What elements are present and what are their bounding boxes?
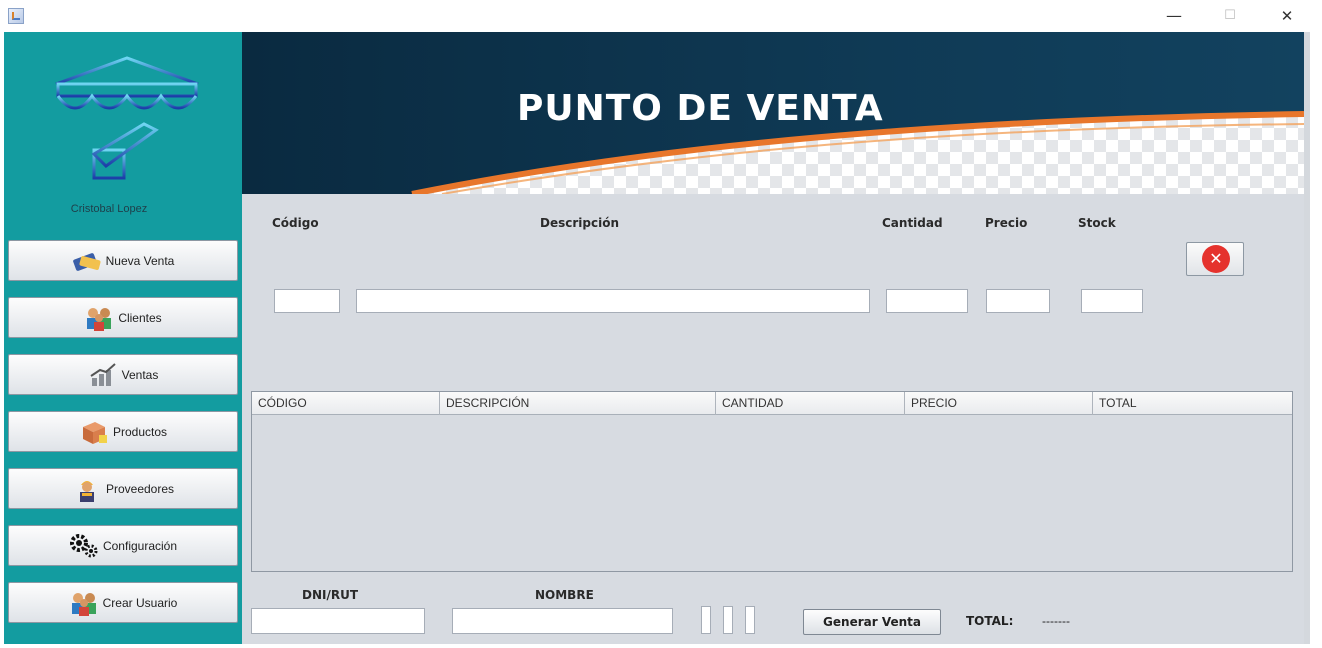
total-value: ------- (1042, 614, 1070, 628)
people-group-icon (84, 305, 114, 331)
dni-label: DNI/RUT (302, 588, 359, 602)
maximize-button[interactable]: ☐ (1218, 6, 1242, 26)
sidebar: Cristobal Lopez Nueva Venta Clientes Ven… (4, 32, 242, 644)
minimize-button[interactable]: — (1162, 6, 1186, 26)
descripcion-label: Descripción (540, 216, 619, 230)
generate-sale-button[interactable]: Generar Venta (803, 609, 941, 635)
cantidad-label: Cantidad (882, 216, 943, 230)
precio-input[interactable] (986, 289, 1050, 313)
close-button[interactable]: ✕ (1275, 6, 1299, 26)
cantidad-input[interactable] (886, 289, 968, 313)
java-app-icon (8, 8, 24, 24)
column-total[interactable]: TOTAL (1093, 392, 1292, 415)
nav-clientes-button[interactable]: Clientes (8, 297, 238, 338)
cash-card-icon (72, 248, 102, 274)
column-descripcion[interactable]: DESCRIPCIÓN (440, 392, 716, 415)
hidden-field-3[interactable] (745, 606, 755, 634)
descripcion-input[interactable] (356, 289, 870, 313)
store-logo-icon (48, 56, 206, 191)
nav-label: Nueva Venta (105, 253, 175, 268)
header-banner: PUNTO DE VENTA (242, 32, 1304, 194)
nav-label: Configuración (102, 538, 178, 553)
banner-title: PUNTO DE VENTA (517, 88, 884, 129)
nav-ventas-button[interactable]: Ventas (8, 354, 238, 395)
delete-item-button[interactable]: ✕ (1186, 242, 1244, 276)
precio-label: Precio (985, 216, 1028, 230)
nav-nueva-venta-button[interactable]: Nueva Venta (8, 240, 238, 281)
nombre-input[interactable] (452, 608, 673, 634)
codigo-label: Código (272, 216, 319, 230)
box-icon (79, 419, 109, 445)
dni-input[interactable] (251, 608, 425, 634)
main-panel: PUNTO DE VENTA Código Descripción Cantid… (242, 32, 1304, 644)
worker-icon (72, 476, 102, 502)
table-header: CÓDIGO DESCRIPCIÓN CANTIDAD PRECIO TOTAL (252, 392, 1292, 415)
people-group-icon (69, 590, 99, 616)
nav-productos-button[interactable]: Productos (8, 411, 238, 452)
user-name-label: Cristobal Lopez (70, 203, 148, 215)
sales-table[interactable]: CÓDIGO DESCRIPCIÓN CANTIDAD PRECIO TOTAL (251, 391, 1293, 572)
nav-configuracion-button[interactable]: Configuración (8, 525, 238, 566)
hidden-field-1[interactable] (701, 606, 711, 634)
stock-input[interactable] (1081, 289, 1143, 313)
close-circle-icon: ✕ (1202, 245, 1230, 273)
nav-proveedores-button[interactable]: Proveedores (8, 468, 238, 509)
sales-chart-icon (88, 362, 118, 388)
nav-label: Clientes (118, 310, 162, 325)
column-codigo[interactable]: CÓDIGO (252, 392, 440, 415)
nav-label: Crear Usuario (102, 595, 178, 610)
nav-label: Productos (112, 424, 168, 439)
stock-label: Stock (1078, 216, 1116, 230)
hidden-field-2[interactable] (723, 606, 733, 634)
window-title-bar: — ☐ ✕ (0, 0, 1322, 32)
nav-crear-usuario-button[interactable]: Crear Usuario (8, 582, 238, 623)
codigo-input[interactable] (274, 289, 340, 313)
gears-icon (69, 533, 99, 559)
nav-label: Proveedores (105, 481, 175, 496)
right-border (1304, 32, 1310, 644)
column-precio[interactable]: PRECIO (905, 392, 1093, 415)
total-label: TOTAL: (966, 614, 1014, 628)
nav-label: Ventas (121, 367, 159, 382)
nombre-label: NOMBRE (535, 588, 594, 602)
column-cantidad[interactable]: CANTIDAD (716, 392, 905, 415)
